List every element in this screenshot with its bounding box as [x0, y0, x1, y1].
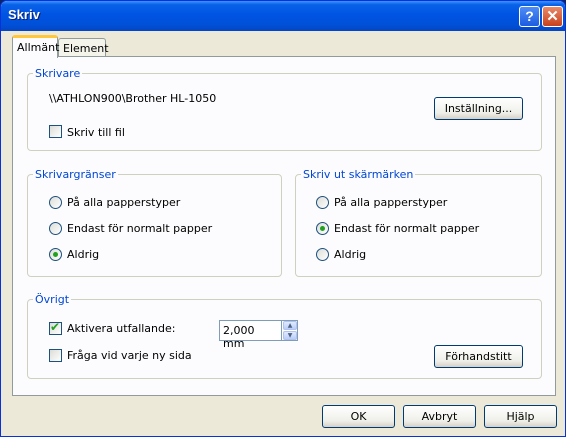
tab-element[interactable]: Element: [58, 38, 109, 58]
margins-radio-normal-label[interactable]: Endast för normalt papper: [67, 222, 212, 235]
cropmarks-radio-normal-label[interactable]: Endast för normalt papper: [334, 222, 479, 235]
tab-general-label: Allmänt: [17, 41, 60, 54]
spin-down-icon[interactable]: ▼: [283, 331, 297, 340]
bleed-checkbox[interactable]: ✔: [49, 320, 62, 335]
print-to-file-checkbox[interactable]: [49, 125, 62, 138]
cropmarks-radio-never[interactable]: [316, 248, 329, 261]
help-icon[interactable]: ?: [519, 6, 540, 27]
ask-new-page-checkbox[interactable]: [49, 349, 62, 362]
help-button[interactable]: Hjälp: [484, 405, 557, 428]
radio-selected-dot: [320, 226, 325, 231]
print-dialog: Skriv ? ✕ Allmänt Element Skrivare \\ATH…: [0, 0, 566, 437]
cropmarks-radio-all[interactable]: [316, 196, 329, 209]
preview-button[interactable]: Förhandstitt: [434, 345, 523, 368]
title-bar[interactable]: Skriv ? ✕: [1, 1, 565, 31]
margins-group-title: Skrivargränser: [35, 168, 116, 181]
ok-button[interactable]: OK: [322, 405, 395, 428]
margins-radio-all[interactable]: [49, 196, 62, 209]
radio-selected-dot: [53, 252, 58, 257]
tab-general[interactable]: Allmänt: [12, 35, 60, 58]
other-group-title: Övrigt: [35, 293, 70, 306]
margins-radio-never-label[interactable]: Aldrig: [67, 248, 99, 261]
margins-radio-all-label[interactable]: På alla papperstyper: [67, 196, 180, 209]
margins-radio-normal[interactable]: [49, 222, 62, 235]
bleed-label[interactable]: Aktivera utfallande:: [67, 322, 175, 335]
print-to-file-label[interactable]: Skriv till fil: [67, 126, 125, 139]
margins-radio-never[interactable]: [49, 248, 62, 261]
printer-group-title: Skrivare: [35, 67, 81, 80]
bleed-value-input[interactable]: 2,000 mm: [219, 320, 282, 350]
cropmarks-radio-normal[interactable]: [316, 222, 329, 235]
spin-up-icon[interactable]: ▲: [283, 321, 297, 330]
cropmarks-radio-all-label[interactable]: På alla papperstyper: [334, 196, 447, 209]
cropmarks-radio-never-label[interactable]: Aldrig: [334, 248, 366, 261]
window-title: Skriv: [8, 7, 40, 22]
settings-button[interactable]: Inställning...: [434, 97, 523, 120]
bleed-spinner: ▲ ▼: [282, 320, 298, 341]
check-mark-icon: ✔: [50, 320, 61, 334]
printer-name: \\ATHLON900\Brother HL-1050: [49, 92, 217, 105]
cancel-button[interactable]: Avbryt: [403, 405, 476, 428]
ask-new-page-label[interactable]: Fråga vid varje ny sida: [67, 349, 192, 362]
cropmarks-group-title: Skriv ut skärmärken: [303, 168, 414, 181]
close-icon[interactable]: ✕: [542, 6, 563, 27]
tab-element-label: Element: [63, 42, 109, 55]
